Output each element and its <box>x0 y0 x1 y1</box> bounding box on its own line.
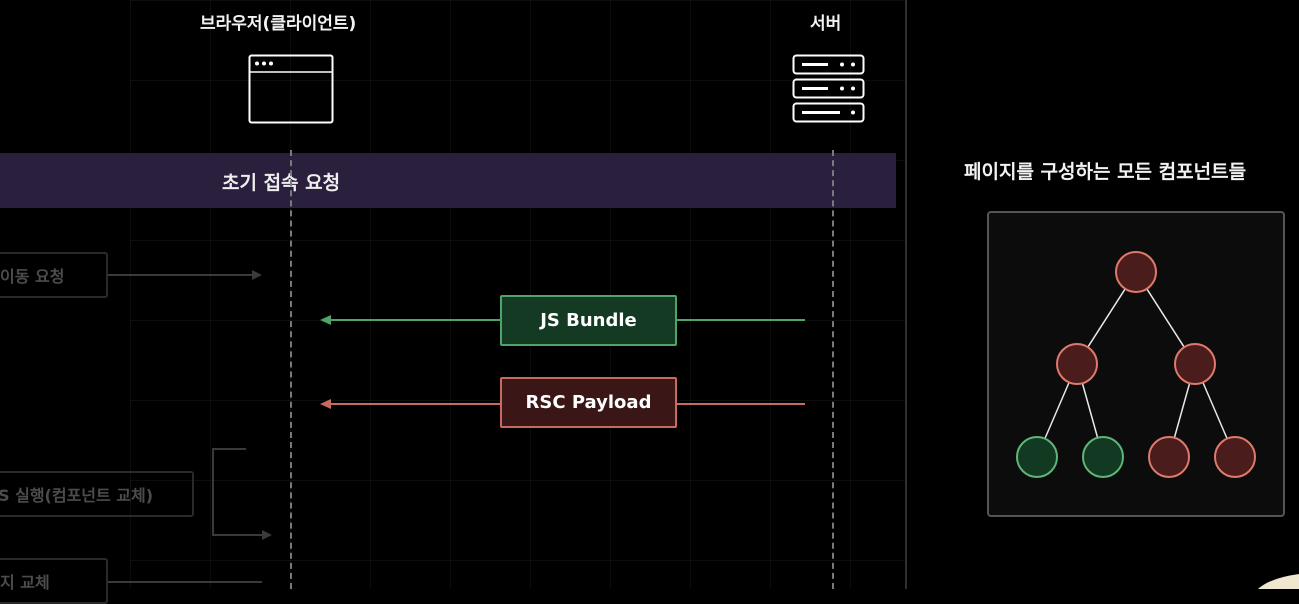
corner-accent-shape <box>1258 574 1299 589</box>
corner-decoration <box>1258 574 1299 589</box>
